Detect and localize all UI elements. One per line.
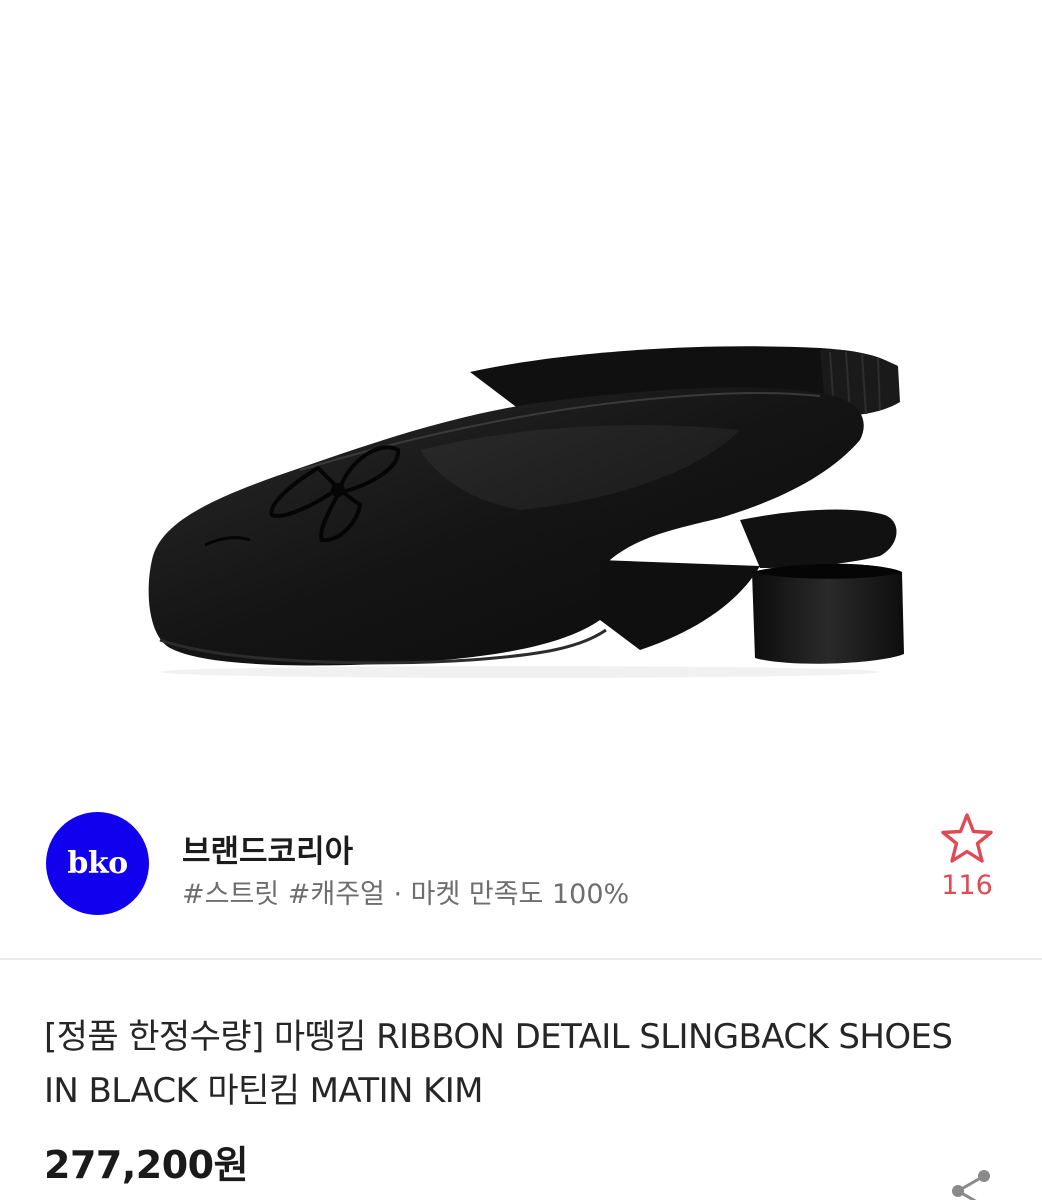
share-button[interactable] bbox=[946, 1166, 996, 1200]
section-divider bbox=[0, 958, 1042, 960]
product-title: [정품 한정수량] 마뗑킴 RIBBON DETAIL SLINGBACK SH… bbox=[44, 1017, 953, 1111]
seller-section: bko 브랜드코리아 #스트릿 #캐주얼 · 마켓 만족도 100% 116 bbox=[0, 790, 1042, 958]
product-image[interactable] bbox=[0, 0, 1042, 790]
shoe-image bbox=[148, 346, 904, 678]
share-icon bbox=[952, 1170, 990, 1200]
star-outline-icon bbox=[941, 813, 993, 863]
favorite-button[interactable]: 116 bbox=[934, 812, 1000, 901]
product-price: 277,200원 bbox=[44, 1143, 249, 1187]
product-page: bko 브랜드코리아 #스트릿 #캐주얼 · 마켓 만족도 100% 116 [… bbox=[0, 0, 1042, 1200]
avatar-text: bko bbox=[67, 846, 128, 881]
seller-meta: #스트릿 #캐주얼 · 마켓 만족도 100% bbox=[182, 879, 630, 910]
favorite-count: 116 bbox=[941, 870, 993, 901]
seller-avatar[interactable]: bko bbox=[46, 812, 149, 915]
seller-name[interactable]: 브랜드코리아 bbox=[182, 826, 353, 871]
